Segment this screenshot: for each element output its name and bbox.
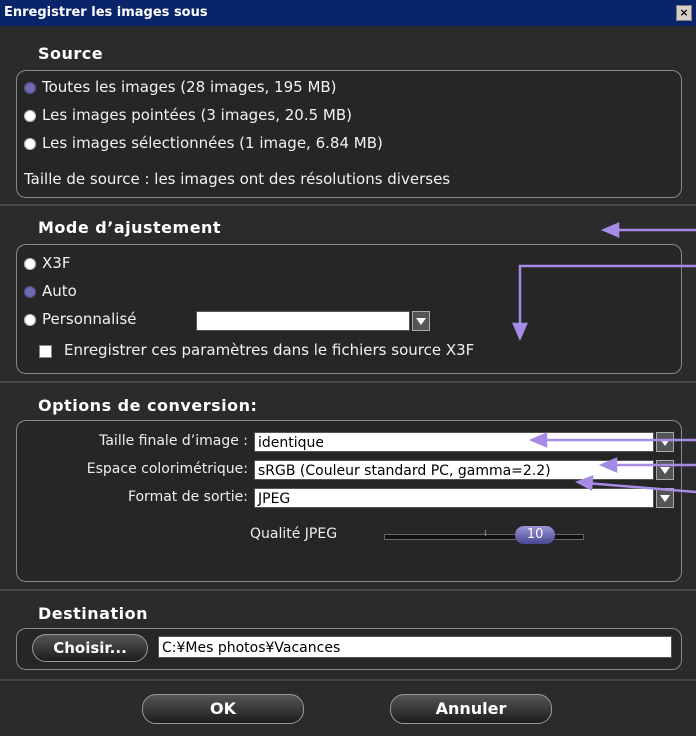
- arrow-x3f-head: [512, 322, 528, 342]
- annotation-arrows: [512, 222, 696, 494]
- arrow-colorspace-head: [598, 457, 618, 473]
- arrow-format-head: [574, 475, 594, 492]
- arrow-x3f-line: [518, 264, 696, 330]
- arrow-size-head: [528, 432, 548, 448]
- arrow-format-line: [585, 481, 696, 494]
- arrow-mode-head: [600, 222, 620, 238]
